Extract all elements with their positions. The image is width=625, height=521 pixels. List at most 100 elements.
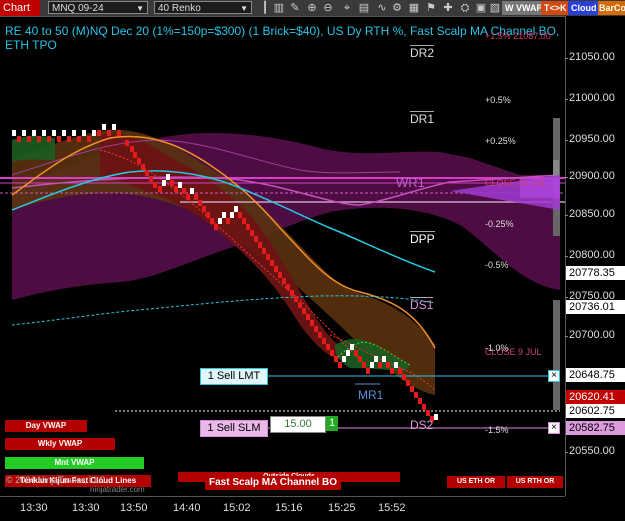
renko-brick-down — [37, 136, 41, 142]
layout-icon[interactable]: ▧ — [488, 1, 502, 15]
renko-brick-up — [346, 350, 350, 356]
price-axis-tick — [565, 256, 568, 257]
price-tag: 20620.41 — [566, 390, 625, 404]
renko-brick-up — [394, 362, 398, 368]
renko-brick-down — [418, 398, 422, 404]
bar-type-value: 40 Renko — [158, 3, 201, 14]
renko-brick-up — [350, 344, 354, 350]
renko-brick-down — [250, 230, 254, 236]
strategies-icon[interactable]: ⚙ — [390, 1, 404, 15]
renko-brick-down — [137, 158, 141, 164]
sell-lmt-order-label[interactable]: 1 Sell LMT — [200, 368, 268, 385]
cloud-button[interactable]: Cloud — [568, 1, 600, 15]
price-axis-label: 20800.00 — [569, 249, 615, 261]
tk-button[interactable]: T<>K — [541, 1, 570, 15]
time-axis-label: 13:50 — [120, 502, 148, 514]
order-price-input[interactable]: 15.00 — [270, 416, 326, 433]
close-10jul-label: CLOSE 10 JUL — [485, 178, 547, 188]
time-axis-label: 15:52 — [378, 502, 406, 514]
renko-brick-down — [206, 212, 210, 218]
renko-brick-down — [414, 392, 418, 398]
pct-label: -0.25% — [485, 219, 514, 229]
price-axis-label: 20850.00 — [569, 208, 615, 220]
us-rth-or-button[interactable]: US RTH OR — [507, 476, 563, 488]
renko-brick-down — [77, 136, 81, 142]
sell-slm-order-label[interactable]: 1 Sell SLM — [200, 420, 268, 437]
alerts-icon[interactable]: ✚ — [441, 1, 455, 15]
crosshair-icon[interactable]: ⌖ — [340, 1, 354, 15]
fast-scalp-button[interactable]: Fast Scalp MA Channel BO — [205, 476, 341, 490]
renko-brick-down — [290, 290, 294, 296]
renko-brick-down — [406, 380, 410, 386]
renko-brick-down — [130, 146, 134, 152]
ds1-label: DS1 — [410, 297, 434, 312]
bar-style-icon[interactable]: ┃ — [258, 1, 272, 15]
renko-brick-down — [214, 224, 218, 230]
properties-icon[interactable]: ▤ — [357, 1, 371, 15]
time-axis-label: 15:16 — [275, 502, 303, 514]
order-qty-box[interactable]: 1 — [326, 416, 338, 431]
renko-brick-down — [294, 296, 298, 302]
renko-brick-up — [218, 218, 222, 224]
attach-icon[interactable]: ⚑ — [424, 1, 438, 15]
renko-brick-down — [262, 248, 266, 254]
renko-brick-up — [12, 130, 16, 136]
renko-brick-down — [258, 242, 262, 248]
price-axis-tick — [565, 140, 568, 141]
renko-brick-down — [270, 260, 274, 266]
mnt-vwap-button[interactable]: Mnt VWAP — [5, 457, 144, 469]
chart-trader-icon[interactable]: ▣ — [474, 1, 488, 15]
cancel-slm-order-button[interactable]: × — [548, 422, 560, 434]
pct-label: -0.5% — [485, 260, 509, 270]
price-tag: 20736.01 — [566, 300, 625, 314]
price-tag: 20778.35 — [566, 266, 625, 280]
renko-brick-down — [170, 180, 174, 186]
renko-brick-down — [67, 136, 71, 142]
time-axis-label: 13:30 — [72, 502, 100, 514]
zoom-out-icon[interactable]: ⊖ — [321, 1, 335, 15]
renko-brick-up — [190, 188, 194, 194]
renko-brick-down — [338, 362, 342, 368]
renko-brick-down — [278, 272, 282, 278]
day-vwap-button[interactable]: Day VWAP — [5, 420, 87, 432]
price-axis-label: 20550.00 — [569, 445, 615, 457]
chart-title: RE 40 to 50 (M)NQ Dec 20 (1%=150p=$300) … — [5, 24, 560, 52]
wkly-vwap-button[interactable]: Wkly VWAP — [5, 438, 115, 450]
renko-brick-down — [302, 308, 306, 314]
renko-brick-down — [330, 350, 334, 356]
chart-style-icon[interactable]: ▥ — [272, 1, 286, 15]
renko-brick-down — [226, 218, 230, 224]
renko-brick-down — [378, 362, 382, 368]
renko-brick-up — [230, 212, 234, 218]
drawing-tool-icon[interactable]: ✎ — [288, 1, 302, 15]
renko-brick-down — [318, 332, 322, 338]
price-axis-tick — [565, 215, 568, 216]
renko-brick-up — [166, 174, 170, 180]
barcolor-button[interactable]: BarCo — [598, 1, 625, 15]
price-tag: 20582.75 — [566, 421, 625, 435]
instrument-selector[interactable]: MNQ 09-24 ▼ — [48, 1, 148, 14]
price-axis-tick — [565, 99, 568, 100]
renko-brick-down — [47, 136, 51, 142]
templates-icon[interactable]: ▦ — [407, 1, 421, 15]
renko-brick-up — [82, 130, 86, 136]
cancel-lmt-order-button[interactable]: × — [548, 370, 560, 382]
renko-brick-up — [382, 356, 386, 362]
bar-type-selector[interactable]: 40 Renko ▼ — [154, 1, 252, 14]
us-eth-or-button[interactable]: US ETH OR — [447, 476, 505, 488]
price-axis-tick — [565, 452, 568, 453]
top-level-label: +1.5% 21087.00 — [485, 31, 551, 41]
zoom-in-icon[interactable]: ⊕ — [305, 1, 319, 15]
renko-brick-down — [386, 362, 390, 368]
price-tag: 20602.75 — [566, 404, 625, 418]
renko-brick-down — [125, 140, 129, 146]
renko-brick-up — [72, 130, 76, 136]
renko-brick-down — [282, 278, 286, 284]
renko-brick-up — [222, 212, 226, 218]
chart-menu-label[interactable]: Chart — [0, 0, 40, 16]
indicators-icon[interactable]: ∿ — [375, 1, 389, 15]
w-vwap-button[interactable]: W VWAP — [502, 1, 546, 15]
settings-icon[interactable]: ⛭ — [458, 1, 472, 15]
dpp-label: DPP — [410, 231, 435, 246]
price-axis-tick — [565, 297, 568, 298]
